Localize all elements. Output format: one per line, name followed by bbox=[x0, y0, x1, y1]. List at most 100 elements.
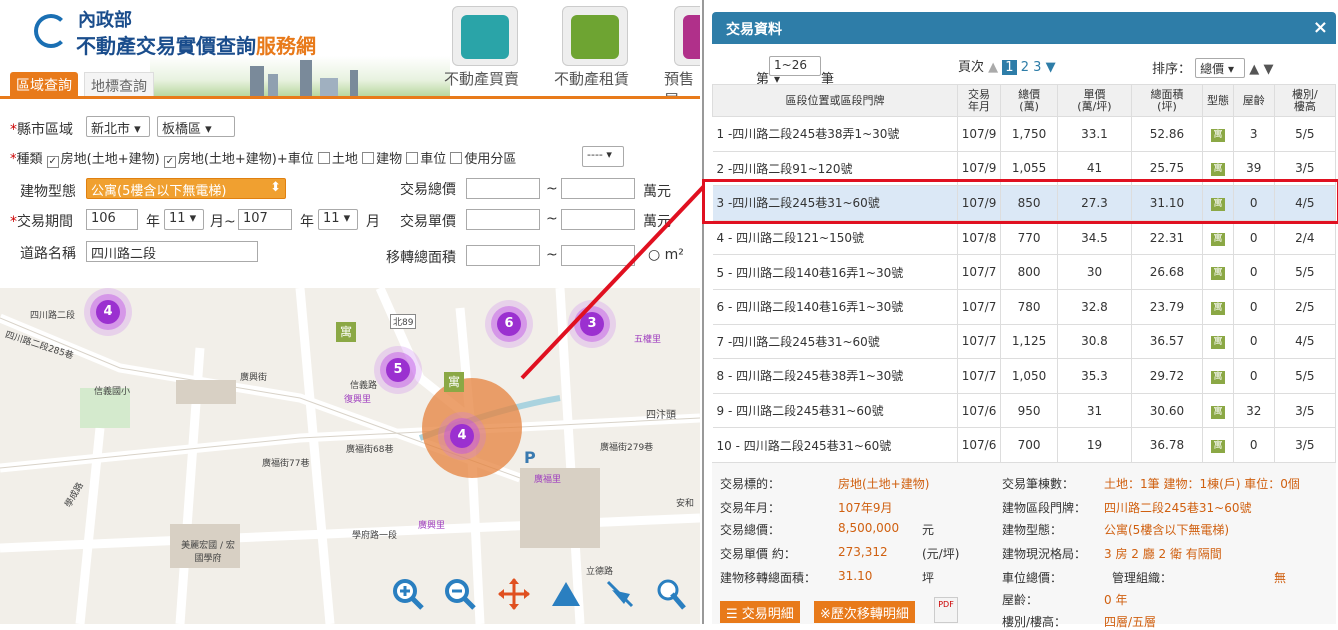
kind-checkbox-parking[interactable] bbox=[406, 152, 419, 164]
apartment-type-icon: 寓 bbox=[1211, 128, 1226, 142]
year-to-input[interactable]: 107 bbox=[238, 209, 292, 230]
apartment-type-icon: 寓 bbox=[1211, 440, 1226, 454]
table-row[interactable]: 8 - 四川路二段245巷38弄1~30號 107/7 1,050 35.3 29.72… bbox=[712, 358, 1337, 394]
county-select[interactable]: 新北市 ▾ bbox=[86, 116, 150, 137]
cell-area: 36.57 bbox=[1131, 324, 1204, 360]
cell-address: 5 - 四川路二段140巷16弄1~30號 bbox=[712, 254, 959, 290]
panel-title: 交易資料 × bbox=[712, 12, 1336, 44]
tab-area-search[interactable]: 區域查詢 bbox=[10, 72, 78, 96]
nav-rent-button[interactable] bbox=[562, 6, 628, 66]
cell-date: 107/7 bbox=[957, 324, 1001, 360]
col-floor[interactable]: 樓別/ 樓高 bbox=[1273, 84, 1337, 117]
cell-type: 寓 bbox=[1202, 254, 1234, 290]
next-page-icon[interactable]: ▼ bbox=[1046, 60, 1056, 75]
apartment-marker-icon[interactable]: 寓 bbox=[336, 322, 356, 342]
cell-address: 6 - 四川路二段140巷16弄1~30號 bbox=[712, 289, 959, 325]
zoom-in-icon[interactable] bbox=[390, 576, 426, 612]
detail-value: 公寓(5樓含以下無電梯) bbox=[1104, 523, 1229, 537]
table-row[interactable]: 7 -四川路二段245巷31~60號 107/7 1,125 30.8 36.57 寓 0 4… bbox=[712, 324, 1337, 360]
district-select[interactable]: 板橋區 ▾ bbox=[157, 116, 235, 137]
col-age[interactable]: 屋齡 bbox=[1232, 84, 1275, 117]
kind-checkbox-zone[interactable] bbox=[450, 152, 463, 164]
street-label: 廣福街77巷 bbox=[262, 459, 310, 469]
detail-key: 建物移轉總面積： bbox=[720, 571, 817, 585]
county-label: *縣市區域 bbox=[10, 122, 73, 138]
sort-asc-icon[interactable]: ▲ bbox=[1249, 62, 1259, 77]
nav-rent-label[interactable]: 不動產租賃 bbox=[554, 68, 629, 89]
cell-date: 107/7 bbox=[957, 254, 1001, 290]
month-to-select[interactable]: 11 ▾ bbox=[318, 209, 358, 230]
prev-page-icon[interactable]: ▲ bbox=[988, 60, 998, 75]
cell-date: 107/6 bbox=[957, 427, 1001, 463]
kind-checkbox-house[interactable]: ✓ bbox=[46, 156, 59, 168]
table-row[interactable]: 9 - 四川路二段245巷31~60號 107/6 950 31 30.60 寓 32 3/5 bbox=[712, 393, 1337, 429]
detail-key: 交易標的： bbox=[720, 477, 781, 491]
kind-row: *種類 ✓ 房地(土地+建物) ✓ 房地(土地+建物)+車位 土地 建物 車位 使用… bbox=[10, 152, 517, 168]
col-area[interactable]: 總面積 (坪) bbox=[1130, 84, 1204, 117]
month-from-select[interactable]: 11 ▾ bbox=[164, 209, 204, 230]
zoom-out-icon[interactable] bbox=[442, 576, 478, 612]
page-2[interactable]: 2 bbox=[1021, 60, 1029, 75]
cell-age: 0 bbox=[1233, 427, 1275, 463]
building-type-select[interactable]: 公寓(5樓含以下無電梯) ⬍ bbox=[86, 178, 286, 199]
cluster-marker[interactable]: 4 bbox=[450, 424, 474, 448]
cell-area: 52.86 bbox=[1131, 116, 1204, 152]
nav-sale-label[interactable]: 不動產買賣 bbox=[444, 68, 519, 89]
table-row[interactable]: 4 - 四川路二段121~150號 107/8 770 34.5 22.31 寓 0 2/4 bbox=[712, 220, 1337, 256]
close-icon[interactable]: × bbox=[1313, 17, 1328, 38]
transaction-panel: 交易資料 × 第1~26 ▾ 筆 頁次 ▲ 1 2 3 ▼ 排序： 總價 ▾ ▲ ▼… bbox=[702, 0, 1338, 629]
col-total[interactable]: 總價 (萬) bbox=[999, 84, 1059, 117]
cell-total: 1,125 bbox=[1000, 324, 1059, 360]
road-input[interactable]: 四川路二段 bbox=[86, 241, 258, 262]
street-label: 廣興里 bbox=[418, 521, 446, 531]
apartment-type-icon: 寓 bbox=[1211, 405, 1226, 419]
apartment-marker-icon[interactable]: 寓 bbox=[444, 372, 464, 392]
cell-total: 1,050 bbox=[1000, 358, 1059, 394]
callout-arrow bbox=[520, 182, 708, 380]
col-unit[interactable]: 單價 (萬/坪) bbox=[1057, 84, 1132, 117]
pointer-icon[interactable] bbox=[654, 576, 690, 612]
cityscape-banner bbox=[150, 56, 450, 96]
table-row[interactable]: 10 - 四川路二段245巷31~60號 107/6 700 19 36.78 寓 0 3/5 bbox=[712, 427, 1337, 463]
cell-type: 寓 bbox=[1202, 116, 1234, 152]
site-title[interactable]: 不動產交易實價查詢服務網 bbox=[76, 30, 316, 59]
kind-checkbox-land[interactable] bbox=[317, 152, 330, 164]
table-row[interactable]: 5 - 四川路二段140巷16弄1~30號 107/7 800 30 26.68 寓 0 5/… bbox=[712, 254, 1337, 290]
detail-button[interactable]: ☰ 交易明細 bbox=[720, 601, 800, 623]
kind-checkbox-house-parking[interactable]: ✓ bbox=[163, 156, 176, 168]
page-3[interactable]: 3 bbox=[1033, 60, 1041, 75]
cell-age: 0 bbox=[1233, 358, 1275, 394]
year-from-input[interactable]: 106 bbox=[86, 209, 138, 230]
cell-age: 3 bbox=[1233, 116, 1275, 152]
pan-icon[interactable] bbox=[496, 576, 532, 612]
unit-price-label: 交易單價 bbox=[400, 214, 456, 230]
range-select[interactable]: 1~26 ▾ bbox=[769, 56, 822, 86]
measure-icon[interactable] bbox=[548, 576, 584, 612]
history-button[interactable]: ※歷次移轉明細 bbox=[814, 601, 915, 623]
nav-presale-button[interactable] bbox=[674, 6, 700, 66]
detail-unit: 坪 bbox=[922, 571, 935, 585]
cluster-marker[interactable]: 4 bbox=[96, 300, 120, 324]
cluster-marker[interactable]: 5 bbox=[386, 358, 410, 382]
cell-floor: 2/4 bbox=[1274, 220, 1337, 256]
cell-floor: 5/5 bbox=[1274, 254, 1337, 290]
kind-checkbox-building[interactable] bbox=[362, 152, 375, 164]
page-1[interactable]: 1 bbox=[1002, 60, 1017, 75]
zone-select[interactable]: ---- ▾ bbox=[582, 146, 624, 167]
tab-landmark-search[interactable]: 地標查詢 bbox=[84, 72, 154, 96]
cell-address: 9 - 四川路二段245巷31~60號 bbox=[712, 393, 959, 429]
street-label: 安和 bbox=[676, 499, 695, 509]
nav-sale-button[interactable] bbox=[452, 6, 518, 66]
table-row[interactable]: 1 -四川路二段245巷38弄1~30號 107/9 1,750 33.1 52.86 寓… bbox=[712, 116, 1337, 152]
table-row[interactable]: 6 - 四川路二段140巷16弄1~30號 107/7 780 32.8 23.79 寓 0… bbox=[712, 289, 1337, 325]
area-icon[interactable] bbox=[602, 576, 638, 612]
sort-desc-icon[interactable]: ▼ bbox=[1263, 62, 1273, 77]
street-label: 四川路二段 bbox=[30, 311, 76, 321]
col-type[interactable]: 型態 bbox=[1202, 84, 1234, 117]
sort-select[interactable]: 總價 ▾ bbox=[1195, 58, 1246, 78]
cell-floor: 3/5 bbox=[1274, 393, 1337, 429]
pdf-icon[interactable]: PDF bbox=[934, 597, 958, 623]
building-type-label: 建物型態 bbox=[20, 184, 76, 200]
col-address[interactable]: 區段位置或區段門牌 bbox=[711, 84, 959, 117]
col-date[interactable]: 交易 年月 bbox=[957, 84, 1001, 117]
